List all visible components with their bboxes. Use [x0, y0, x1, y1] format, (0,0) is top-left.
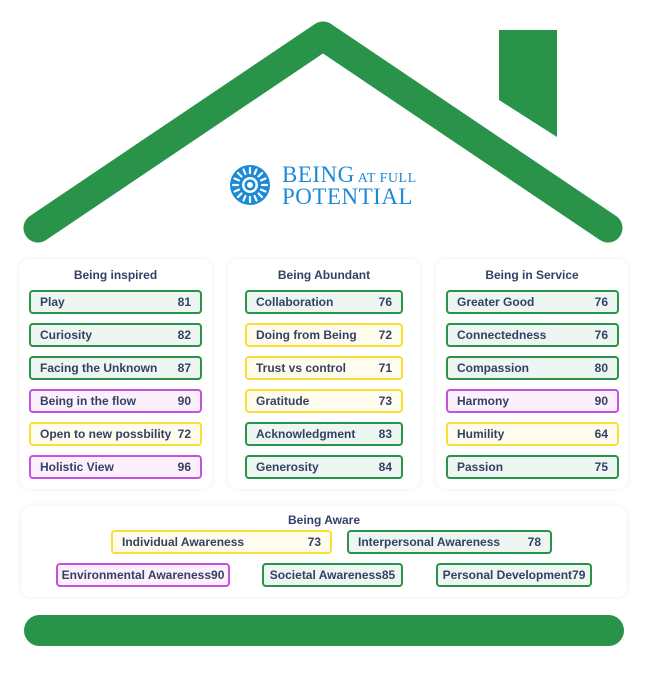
- item-label: Acknowledgment: [256, 427, 356, 441]
- item-label: Interpersonal Awareness: [358, 535, 501, 549]
- item-label: Harmony: [457, 394, 510, 408]
- card-title: Being in Service: [485, 268, 579, 282]
- item-label: Collaboration: [256, 295, 334, 309]
- brand-line1: BEING: [282, 161, 355, 187]
- sunburst-icon: [230, 165, 270, 205]
- list-item[interactable]: Generosity 84: [245, 455, 403, 479]
- list-item[interactable]: Passion 75: [446, 455, 619, 479]
- brand-line2: POTENTIAL: [282, 183, 413, 209]
- item-label: Open to new possbility: [40, 427, 172, 441]
- card-title: Being Aware: [287, 513, 361, 527]
- item-value: 75: [594, 460, 608, 474]
- item-label: Societal Awareness: [269, 568, 382, 582]
- item-value: 79: [572, 568, 586, 582]
- item-value: 73: [378, 394, 392, 408]
- item-label: Humility: [457, 427, 505, 441]
- item-label: Environmental Awareness: [61, 568, 212, 582]
- list-item[interactable]: Gratitude 73: [245, 389, 403, 413]
- item-value: 81: [177, 295, 191, 309]
- item-value: 76: [594, 328, 608, 342]
- aware-item[interactable]: Interpersonal Awareness 78: [347, 530, 552, 554]
- item-label: Trust vs control: [256, 361, 347, 375]
- item-label: Generosity: [256, 460, 319, 474]
- list-item[interactable]: Curiosity 82: [29, 323, 202, 347]
- item-label: Curiosity: [40, 328, 93, 342]
- house-base: [24, 615, 624, 646]
- list-item[interactable]: Greater Good 76: [446, 290, 619, 314]
- item-value: 85: [381, 568, 396, 582]
- list-item[interactable]: Connectedness 76: [446, 323, 619, 347]
- aware-item[interactable]: Environmental Awareness 90: [56, 563, 230, 587]
- item-label: Doing from Being: [256, 328, 357, 342]
- list-item[interactable]: Open to new possbility 72: [29, 422, 202, 446]
- card-title: Being inspired: [73, 268, 158, 282]
- list-item[interactable]: Harmony 90: [446, 389, 619, 413]
- list-item[interactable]: Doing from Being 72: [245, 323, 403, 347]
- item-value: 90: [211, 568, 225, 582]
- item-value: 78: [527, 535, 541, 549]
- item-value: 72: [177, 427, 191, 441]
- item-value: 90: [594, 394, 608, 408]
- item-label: Passion: [457, 460, 504, 474]
- list-item[interactable]: Play 81: [29, 290, 202, 314]
- card-title: Being Abundant: [277, 268, 371, 282]
- card-being-abundant: Being Abundant Collaboration 76 Doing from…: [228, 259, 420, 489]
- brand-wordmark: BEING AT FULL POTENTIAL: [282, 163, 417, 208]
- item-label: Facing the Unknown: [40, 361, 158, 375]
- card-being-aware: Being Aware Individual Awareness 73 Inte…: [21, 506, 627, 597]
- item-value: 76: [378, 295, 392, 309]
- item-value: 83: [378, 427, 392, 441]
- item-label: Being in the flow: [40, 394, 136, 408]
- item-value: 87: [177, 361, 191, 375]
- item-label: Connectedness: [457, 328, 547, 342]
- item-value: 84: [378, 460, 392, 474]
- item-value: 96: [177, 460, 191, 474]
- item-value: 64: [594, 427, 608, 441]
- item-value: 90: [177, 394, 191, 408]
- item-value: 82: [177, 328, 191, 342]
- item-label: Individual Awareness: [122, 535, 245, 549]
- aware-item[interactable]: Personal Development 79: [436, 563, 592, 587]
- list-item[interactable]: Compassion 80: [446, 356, 619, 380]
- card-being-inspired: Being inspired Play 81 Curiosity 82 Facing t…: [19, 259, 212, 489]
- card-being-in-service: Being in Service Greater Good 76 Connected…: [436, 259, 628, 489]
- item-value: 76: [594, 295, 608, 309]
- aware-item[interactable]: Individual Awareness 73: [111, 530, 332, 554]
- list-item[interactable]: Being in the flow 90: [29, 389, 202, 413]
- list-item[interactable]: Facing the Unknown 87: [29, 356, 202, 380]
- list-item[interactable]: Collaboration 76: [245, 290, 403, 314]
- list-item[interactable]: Humility 64: [446, 422, 619, 446]
- item-label: Greater Good: [457, 295, 535, 309]
- list-item[interactable]: Acknowledgment 83: [245, 422, 403, 446]
- list-item[interactable]: Holistic View 96: [29, 455, 202, 479]
- aware-item[interactable]: Societal Awareness 85: [262, 563, 403, 587]
- item-value: 73: [307, 535, 321, 549]
- item-value: 80: [594, 361, 608, 375]
- list-item[interactable]: Trust vs control 71: [245, 356, 403, 380]
- brand-logo: BEING AT FULL POTENTIAL: [229, 163, 429, 208]
- item-value: 71: [378, 361, 392, 375]
- item-label: Personal Development: [442, 568, 573, 582]
- item-label: Gratitude: [256, 394, 310, 408]
- item-label: Holistic View: [40, 460, 114, 474]
- item-label: Play: [40, 295, 65, 309]
- chimney: [499, 30, 557, 137]
- item-value: 72: [378, 328, 392, 342]
- item-label: Compassion: [457, 361, 530, 375]
